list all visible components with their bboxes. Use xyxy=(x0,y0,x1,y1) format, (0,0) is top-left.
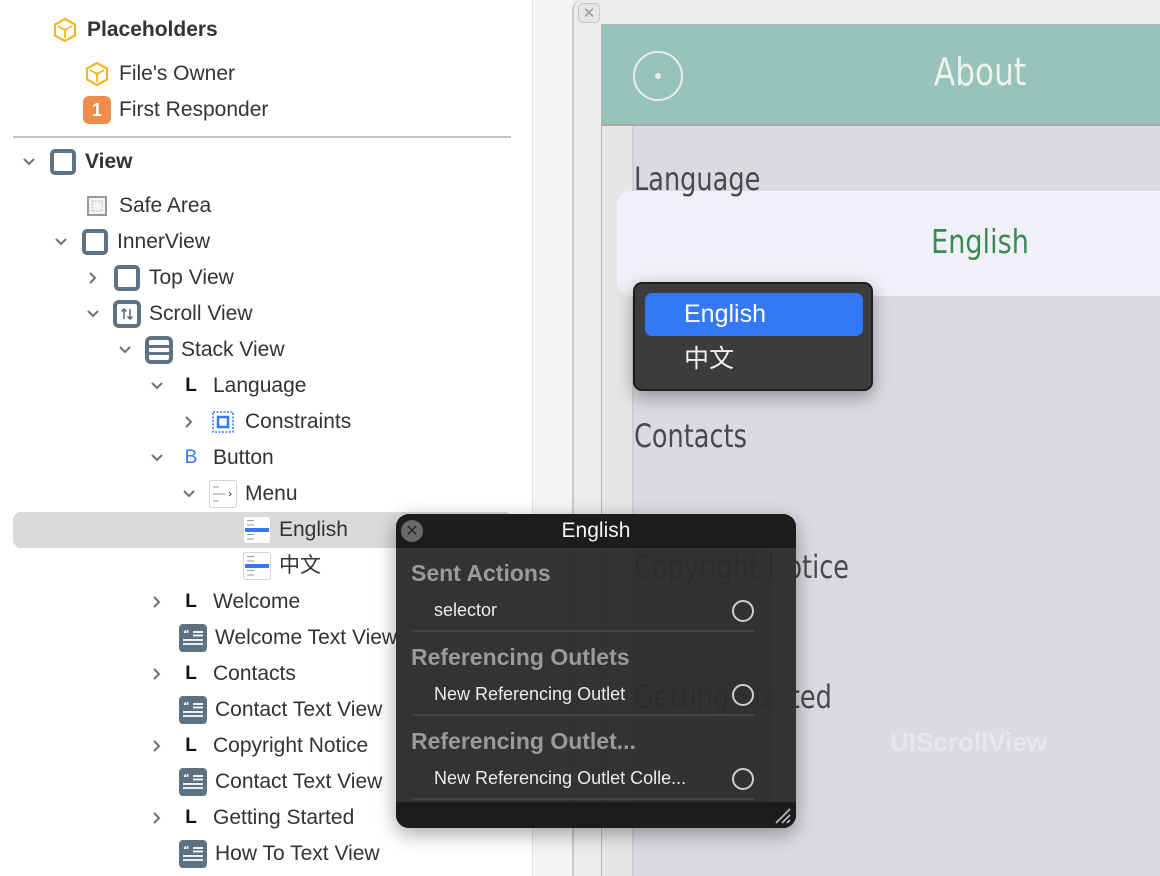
chevron-right-icon[interactable] xyxy=(147,736,167,756)
hud-title: English xyxy=(561,519,631,542)
outline-item-english[interactable]: English xyxy=(243,512,348,548)
hud-row-selector: selector xyxy=(412,590,754,632)
text-view-icon: “ xyxy=(179,768,207,796)
language-label[interactable]: Language xyxy=(634,160,760,198)
connections-hud: English ✕ Sent Actions selector Referenc… xyxy=(396,514,796,828)
label-icon: L xyxy=(185,375,197,396)
outline-item-contacts[interactable]: L Contacts xyxy=(147,656,296,692)
outline-item-contact-text-view[interactable]: “ Contact Text View xyxy=(179,692,382,728)
hud-row-new-referencing-outlet: New Referencing Outlet xyxy=(412,674,754,716)
scene-close-button[interactable]: ✕ xyxy=(578,3,600,23)
view-icon xyxy=(49,148,77,176)
outline-item-stack-view[interactable]: Stack View xyxy=(115,332,285,368)
chevron-right-icon[interactable] xyxy=(179,412,199,432)
outline-item-safe-area[interactable]: Safe Area xyxy=(83,188,211,224)
close-icon: ✕ xyxy=(405,523,419,540)
scroll-view-icon xyxy=(113,300,141,328)
connection-circle-icon[interactable] xyxy=(732,684,754,706)
stack-view-icon xyxy=(145,336,173,364)
hud-section-referencing-outlets: Referencing Outlets xyxy=(411,644,630,670)
close-icon: ✕ xyxy=(582,5,596,22)
cube-icon xyxy=(51,16,79,44)
outline-item-chinese[interactable]: 中文 xyxy=(243,548,321,584)
chevron-down-icon[interactable] xyxy=(115,340,135,360)
chevron-down-icon[interactable] xyxy=(147,448,167,468)
view-icon xyxy=(113,264,141,292)
chevron-down-icon[interactable] xyxy=(179,484,199,504)
text-view-icon: “ xyxy=(179,840,207,868)
popup-item-english[interactable]: English xyxy=(645,293,863,336)
menu-item-icon xyxy=(243,516,271,544)
label-icon: L xyxy=(185,807,197,828)
nav-circle-icon[interactable] xyxy=(633,51,683,101)
outline-item-language[interactable]: L Language xyxy=(147,368,306,404)
constraints-icon xyxy=(209,408,237,436)
label-icon: L xyxy=(185,663,197,684)
outline-divider xyxy=(13,136,511,138)
cube-icon xyxy=(83,60,111,88)
label-icon: L xyxy=(185,735,197,756)
placeholders-header: Placeholders xyxy=(51,12,218,48)
outline-item-contact-text-view[interactable]: “ Contact Text View xyxy=(179,764,382,800)
contacts-label[interactable]: Contacts xyxy=(634,417,747,455)
view-icon xyxy=(81,228,109,256)
menu-icon xyxy=(209,480,237,508)
outline-item-top-view[interactable]: Top View xyxy=(83,260,234,296)
outline-item-scroll-view[interactable]: Scroll View xyxy=(83,296,252,332)
chevron-right-icon[interactable] xyxy=(147,664,167,684)
outline-item-constraints[interactable]: Constraints xyxy=(179,404,351,440)
chevron-down-icon[interactable] xyxy=(19,152,39,172)
outline-item-button[interactable]: B Button xyxy=(147,440,274,476)
first-responder-icon: 1 xyxy=(83,96,111,124)
language-popup-menu: English 中文 xyxy=(633,282,873,391)
nav-bar xyxy=(602,25,1160,126)
svg-text:“: “ xyxy=(183,773,190,784)
outline-item-files-owner[interactable]: File's Owner xyxy=(83,56,235,92)
hud-close-button[interactable]: ✕ xyxy=(401,520,423,542)
safe-area-icon xyxy=(83,192,111,220)
language-button[interactable] xyxy=(617,191,1160,296)
chevron-right-icon[interactable] xyxy=(147,808,167,828)
connection-circle-icon[interactable] xyxy=(732,768,754,790)
outline-item-first-responder[interactable]: 1 First Responder xyxy=(83,92,268,128)
svg-text:“: “ xyxy=(183,629,190,640)
popup-item-chinese[interactable]: 中文 xyxy=(645,338,863,381)
chevron-down-icon[interactable] xyxy=(51,232,71,252)
hud-row-new-referencing-outlet-collection: New Referencing Outlet Colle... xyxy=(412,758,754,800)
svg-text:“: “ xyxy=(183,845,190,856)
text-view-icon: “ xyxy=(179,624,207,652)
outline-item-menu[interactable]: Menu xyxy=(179,476,298,512)
scroll-view-watermark: UIScrollView xyxy=(890,727,1048,757)
menu-item-icon xyxy=(243,552,271,580)
button-icon: B xyxy=(184,447,198,468)
label-icon: L xyxy=(185,591,197,612)
outline-item-getting-started[interactable]: L Getting Started xyxy=(147,800,354,836)
hud-footer xyxy=(396,802,796,828)
resize-grip-icon[interactable] xyxy=(772,805,792,825)
hud-section-sent-actions: Sent Actions xyxy=(411,560,551,586)
chevron-right-icon[interactable] xyxy=(83,268,103,288)
text-view-icon: “ xyxy=(179,696,207,724)
chevron-down-icon[interactable] xyxy=(83,304,103,324)
chevron-down-icon[interactable] xyxy=(147,376,167,396)
svg-text:“: “ xyxy=(183,701,190,712)
outline-item-view[interactable]: View xyxy=(19,144,132,180)
outline-item-welcome[interactable]: L Welcome xyxy=(147,584,300,620)
outline-item-copyright-notice[interactable]: L Copyright Notice xyxy=(147,728,368,764)
outline-item-how-to-text-view[interactable]: “ How To Text View xyxy=(179,836,380,872)
hud-section-referencing-outlet-collections: Referencing Outlet... xyxy=(411,728,636,754)
language-button-title: English xyxy=(931,222,1029,261)
outline-item-innerview[interactable]: InnerView xyxy=(51,224,210,260)
outline-item-welcome-text-view[interactable]: “ Welcome Text View xyxy=(179,620,397,656)
nav-title: About xyxy=(933,50,1027,94)
chevron-right-icon[interactable] xyxy=(147,592,167,612)
hud-scrollbar[interactable] xyxy=(772,548,796,802)
connection-circle-icon[interactable] xyxy=(732,600,754,622)
